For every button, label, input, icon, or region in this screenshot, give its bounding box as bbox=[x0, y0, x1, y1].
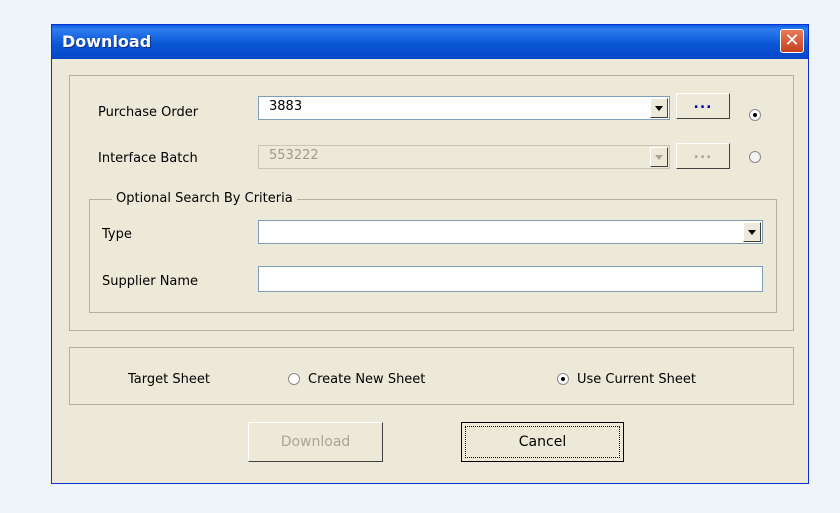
purchase-order-dropdown-icon[interactable] bbox=[650, 98, 668, 118]
cancel-button[interactable]: Cancel bbox=[461, 422, 624, 462]
interface-batch-label: Interface Batch bbox=[98, 151, 198, 166]
title-bar[interactable]: Download ✕ bbox=[52, 25, 808, 59]
criteria-fieldset bbox=[89, 199, 777, 313]
interface-batch-combobox[interactable]: 553222 bbox=[258, 145, 670, 169]
interface-batch-browse-button[interactable]: ... bbox=[676, 143, 730, 169]
purchase-order-value: 3883 bbox=[269, 99, 303, 114]
supplier-name-label: Supplier Name bbox=[102, 274, 199, 289]
dialog-title: Download bbox=[62, 32, 152, 51]
criteria-fieldset-title: Optional Search By Criteria bbox=[112, 191, 297, 206]
purchase-order-combobox[interactable]: 3883 bbox=[258, 96, 670, 120]
purchase-order-radio[interactable] bbox=[749, 109, 761, 121]
interface-batch-dropdown-icon[interactable] bbox=[650, 147, 668, 167]
type-combobox[interactable] bbox=[258, 220, 763, 244]
target-sheet-label: Target Sheet bbox=[128, 372, 210, 387]
interface-batch-value: 553222 bbox=[269, 148, 319, 163]
create-new-sheet-label[interactable]: Create New Sheet bbox=[308, 372, 425, 387]
download-dialog: Download ✕ Purchase Order 3883 ... Inter… bbox=[51, 24, 809, 484]
purchase-order-browse-button[interactable]: ... bbox=[676, 93, 730, 119]
type-label: Type bbox=[102, 227, 132, 242]
download-button[interactable]: Download bbox=[248, 422, 383, 462]
purchase-order-label: Purchase Order bbox=[98, 105, 199, 120]
close-icon[interactable]: ✕ bbox=[780, 29, 804, 53]
type-dropdown-icon[interactable] bbox=[743, 222, 761, 242]
interface-batch-radio[interactable] bbox=[749, 151, 761, 163]
supplier-name-input[interactable] bbox=[258, 266, 763, 292]
create-new-sheet-radio[interactable] bbox=[288, 373, 300, 385]
use-current-sheet-radio[interactable] bbox=[557, 373, 569, 385]
use-current-sheet-label[interactable]: Use Current Sheet bbox=[577, 372, 696, 387]
